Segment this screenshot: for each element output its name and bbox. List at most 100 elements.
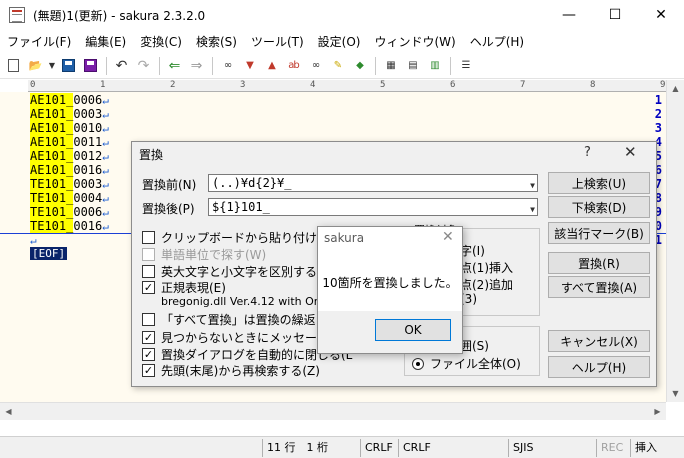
status-insert-mode: 挿入	[630, 439, 670, 457]
menu-file[interactable]: ファイル(F)	[0, 33, 78, 50]
checkbox-checked[interactable]: ✓	[142, 281, 155, 294]
option-case[interactable]: 英大文字と小文字を区別する(C	[142, 263, 330, 280]
menu-search[interactable]: 検索(S)	[189, 33, 244, 50]
checkbox	[142, 248, 155, 261]
vertical-scrollbar[interactable]: ▲ ▼	[666, 80, 684, 402]
search-prev-icon[interactable]: ▲	[261, 55, 282, 76]
checkbox[interactable]	[142, 313, 155, 326]
replace-icon[interactable]: ab	[283, 55, 304, 76]
ruler-mark: 7	[520, 80, 526, 90]
replace-button[interactable]: 置換(R)	[548, 252, 650, 274]
save-as-icon[interactable]	[80, 55, 101, 76]
search-before-input[interactable]: (..)¥d{2}¥_ ▼	[208, 174, 538, 192]
checkbox-checked[interactable]: ✓	[142, 364, 155, 377]
search-before-value: (..)¥d{2}¥_	[212, 176, 292, 190]
option-wrap-search[interactable]: ✓ 先頭(末尾)から再検索する(Z)	[142, 362, 320, 379]
search-next-icon[interactable]: ▼	[239, 55, 260, 76]
menu-settings[interactable]: 設定(O)	[311, 33, 368, 50]
eof-marker: [EOF]	[30, 247, 68, 260]
option-clipboard[interactable]: クリップボードから貼り付ける(T	[142, 229, 341, 246]
outline-icon[interactable]: ▤	[402, 55, 423, 76]
search-up-button[interactable]: 上検索(U)	[548, 172, 650, 194]
tag-icon[interactable]: ▥	[424, 55, 445, 76]
chevron-down-icon[interactable]: ▼	[530, 178, 535, 194]
checkbox-checked[interactable]: ✓	[142, 331, 155, 344]
scope-option-whole-file[interactable]: ファイル全体(O)	[412, 355, 521, 372]
menu-convert[interactable]: 変換(C)	[133, 33, 189, 50]
option-replace-repeat[interactable]: 「すべて置換」は置換の繰返し(	[142, 311, 332, 328]
code-line: AE101_0010↵	[30, 121, 109, 135]
menu-help[interactable]: ヘルプ(H)	[463, 33, 531, 50]
match-highlight: AE101_	[30, 93, 74, 107]
scroll-left-icon[interactable]: ◀	[0, 403, 17, 420]
line-break-icon: ↵	[102, 192, 109, 205]
match-highlight: TE101_	[30, 219, 74, 233]
jump-back-icon[interactable]: ⇐	[164, 55, 185, 76]
minimize-button[interactable]: —	[546, 0, 592, 30]
scroll-down-icon[interactable]: ▼	[667, 385, 684, 402]
target-option-insert[interactable]: 点(1)挿入	[460, 259, 513, 276]
dialog-help-button[interactable]: ヘルプ(H)	[548, 356, 650, 378]
scope-option-selection[interactable]: 囲(S)	[460, 337, 489, 354]
ok-button[interactable]: OK	[375, 319, 451, 341]
chevron-down-icon[interactable]: ▼	[530, 202, 535, 218]
match-highlight: TE101_	[30, 177, 74, 191]
option-label: 正規表現(E)	[161, 281, 226, 295]
option-not-found-message[interactable]: ✓ 見つからないときにメッセージを	[142, 329, 341, 346]
undo-icon[interactable]: ↶	[111, 55, 132, 76]
checkbox[interactable]	[142, 265, 155, 278]
close-icon[interactable]: ✕	[624, 143, 637, 161]
close-icon[interactable]: ✕	[442, 229, 454, 245]
scroll-up-icon[interactable]: ▲	[667, 80, 684, 97]
title-bar: (無題)1(更新) - sakura 2.3.2.0 — ☐ ✕	[0, 0, 684, 30]
target-option-append[interactable]: 点(2)追加	[460, 276, 513, 293]
help-icon[interactable]: ?	[584, 145, 591, 160]
cancel-button[interactable]: キャンセル(X)	[548, 330, 650, 352]
regex-library-info: bregonig.dll Ver.4.12 with Onigm	[161, 295, 342, 308]
status-eol: CRLF	[360, 439, 398, 457]
mark-lines-button[interactable]: 該当行マーク(B)	[548, 222, 650, 244]
match-highlight: AE101_	[30, 107, 74, 121]
code-line: TE101_0006↵	[30, 205, 109, 219]
redo-icon[interactable]: ↷	[133, 55, 154, 76]
toolbar-separator	[159, 56, 160, 75]
open-file-icon[interactable]: 📂	[25, 55, 46, 76]
open-dropdown-icon[interactable]: ▼	[47, 55, 57, 76]
option-regex[interactable]: ✓ 正規表現(E)	[142, 279, 226, 296]
line-text: 0003	[73, 177, 103, 191]
maximize-button[interactable]: ☐	[592, 0, 638, 30]
jump-forward-icon[interactable]: ⇒	[186, 55, 207, 76]
clear-mark-icon[interactable]: ∞	[305, 55, 326, 76]
menu-edit[interactable]: 編集(E)	[78, 33, 133, 50]
line-text: 0006	[73, 205, 103, 219]
radio-selected[interactable]	[412, 357, 424, 370]
match-highlight: TE101_	[30, 205, 74, 219]
line-break-icon: ↵	[102, 220, 109, 233]
function-list-icon[interactable]: ☰	[455, 55, 476, 76]
line-break-icon: ↵	[102, 122, 109, 135]
ruler-mark: 2	[170, 80, 176, 90]
grep-icon[interactable]: ◆	[349, 55, 370, 76]
horizontal-scrollbar[interactable]: ◀ ▶	[0, 402, 666, 420]
checkbox[interactable]	[142, 231, 155, 244]
compare-icon[interactable]: ▦	[380, 55, 401, 76]
target-option-text[interactable]: 字(I)	[460, 242, 485, 259]
search-icon[interactable]: ∞	[217, 55, 238, 76]
replace-after-input[interactable]: ${1}101_ ▼	[208, 198, 538, 216]
ruler-mark: 3	[240, 80, 246, 90]
code-line: ↵	[30, 233, 37, 247]
option-label: 「すべて置換」は置換の繰返し(	[161, 313, 333, 327]
search-down-button[interactable]: 下検索(D)	[548, 196, 650, 218]
close-button[interactable]: ✕	[638, 0, 684, 30]
save-icon[interactable]	[58, 55, 79, 76]
mark-icon[interactable]: ✎	[327, 55, 348, 76]
line-number: 1	[654, 93, 662, 107]
toolbar-separator	[212, 56, 213, 75]
scroll-right-icon[interactable]: ▶	[649, 403, 666, 420]
code-line: AE101_0003↵	[30, 107, 109, 121]
replace-all-button[interactable]: すべて置換(A)	[548, 276, 650, 298]
menu-window[interactable]: ウィンドウ(W)	[367, 33, 462, 50]
menu-tools[interactable]: ツール(T)	[244, 33, 311, 50]
new-file-icon[interactable]	[3, 55, 24, 76]
checkbox-checked[interactable]: ✓	[142, 348, 155, 361]
